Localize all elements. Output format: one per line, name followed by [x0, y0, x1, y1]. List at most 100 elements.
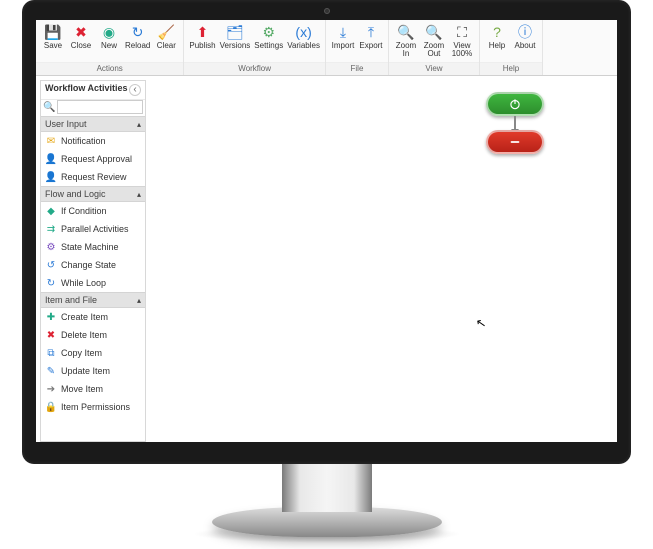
- versions-button[interactable]: 🗂Versions: [218, 22, 253, 62]
- caret-up-icon: ▴: [137, 120, 141, 129]
- zoom-out-button-label: Zoom Out: [424, 42, 444, 58]
- import-button[interactable]: ⤓Import: [329, 22, 357, 62]
- activity-label: Request Approval: [61, 154, 132, 164]
- about-button-label: About: [515, 42, 536, 50]
- monitor-frame: 💾Save✖Close◉New↻Reload🧹ClearActions⬆Publ…: [0, 0, 653, 549]
- activities-search-input[interactable]: [57, 100, 143, 114]
- publish-button[interactable]: ⬆Publish: [187, 22, 217, 62]
- zoom-out-icon: 🔍: [425, 23, 443, 41]
- export-button-label: Export: [359, 42, 382, 50]
- ribbon-group-title: Actions: [36, 62, 183, 75]
- activity-item[interactable]: ➔Move Item: [41, 380, 145, 398]
- monitor-bezel: 💾Save✖Close◉New↻Reload🧹ClearActions⬆Publ…: [22, 0, 631, 464]
- request-review-icon: 👤: [45, 171, 57, 183]
- activity-item[interactable]: ⇉ Parallel Activities: [41, 220, 145, 238]
- activity-item[interactable]: 👤 Request Approval: [41, 150, 145, 168]
- category-header[interactable]: Flow and Logic ▴: [41, 186, 145, 202]
- activity-label: State Machine: [61, 242, 119, 252]
- about-icon: ⓘ: [516, 23, 534, 41]
- category-header[interactable]: Item and File ▴: [41, 292, 145, 308]
- ribbon-group-title: Workflow: [184, 62, 325, 75]
- category-label: Item and File: [45, 295, 97, 305]
- activities-list[interactable]: User Input ▴ ✉ Notification 👤 Request Approva…: [41, 116, 145, 441]
- new-button-label: New: [101, 42, 117, 50]
- zoom-in-icon: 🔍: [397, 23, 415, 41]
- clear-icon: 🧹: [157, 23, 175, 41]
- create-item-icon: ✚: [45, 311, 57, 323]
- copy-item-icon: ⧉: [45, 347, 57, 359]
- close-button-label: Close: [71, 42, 91, 50]
- search-icon: 🔍: [43, 102, 55, 113]
- view-100-button-label: View 100%: [452, 42, 472, 58]
- app-window: 💾Save✖Close◉New↻Reload🧹ClearActions⬆Publ…: [36, 20, 617, 442]
- ribbon-group-actions: 💾Save✖Close◉New↻Reload🧹ClearActions: [36, 20, 184, 75]
- start-node[interactable]: [486, 92, 544, 116]
- while-loop-icon: ↻: [45, 277, 57, 289]
- parallel-activities-icon: ⇉: [45, 223, 57, 235]
- cursor-icon: ↖: [475, 315, 487, 331]
- activity-item[interactable]: ✉ Notification: [41, 132, 145, 150]
- activity-item[interactable]: ◆If Condition: [41, 202, 145, 220]
- activity-item[interactable]: ↺Change State: [41, 256, 145, 274]
- activity-label: Notification: [61, 136, 106, 146]
- reload-button[interactable]: ↻Reload: [123, 22, 152, 62]
- ribbon-group-title: File: [326, 62, 388, 75]
- collapse-panel-button[interactable]: ‹: [129, 84, 141, 96]
- category-label: User Input: [45, 119, 87, 129]
- activity-item[interactable]: ⚙State Machine: [41, 238, 145, 256]
- ribbon-group-workflow: ⬆Publish🗂Versions⚙Settings(x)VariablesWo…: [184, 20, 326, 75]
- save-icon: 💾: [44, 23, 62, 41]
- zoom-in-button[interactable]: 🔍Zoom In: [392, 22, 420, 62]
- import-button-label: Import: [332, 42, 355, 50]
- activity-item[interactable]: ✎ Update Item: [41, 362, 145, 380]
- activity-item[interactable]: 🔒Item Permissions: [41, 398, 145, 416]
- activity-item[interactable]: ↻While Loop: [41, 274, 145, 292]
- activity-item[interactable]: 👤 Request Review: [41, 168, 145, 186]
- activity-label: Update Item: [61, 366, 110, 376]
- export-button[interactable]: ⤒Export: [357, 22, 385, 62]
- close-icon: ✖: [72, 23, 90, 41]
- notification-icon: ✉: [45, 135, 57, 147]
- view-100-button[interactable]: ⛶View 100%: [448, 22, 476, 62]
- category-label: Flow and Logic: [45, 189, 106, 199]
- delete-item-icon: ✖: [45, 329, 57, 341]
- stand-neck: [282, 460, 372, 512]
- activity-label: Parallel Activities: [61, 224, 129, 234]
- settings-button[interactable]: ⚙Settings: [252, 22, 285, 62]
- end-node[interactable]: [486, 130, 544, 154]
- ribbon-group-help: ?HelpⓘAboutHelp: [480, 20, 543, 75]
- caret-up-icon: ▴: [137, 190, 141, 199]
- view-100-icon: ⛶: [453, 23, 471, 41]
- activity-label: Move Item: [61, 384, 103, 394]
- reload-icon: ↻: [129, 23, 147, 41]
- activities-panel-header: Workflow Activities ‹: [41, 81, 145, 100]
- ribbon-group-file: ⤓Import⤒ExportFile: [326, 20, 389, 75]
- category-header[interactable]: User Input ▴: [41, 116, 145, 132]
- activity-item[interactable]: ✖Delete Item: [41, 326, 145, 344]
- activity-label: Request Review: [61, 172, 127, 182]
- workflow-canvas[interactable]: ↖: [146, 76, 617, 442]
- zoom-out-button[interactable]: 🔍Zoom Out: [420, 22, 448, 62]
- versions-button-label: Versions: [220, 42, 251, 50]
- activity-label: Change State: [61, 260, 116, 270]
- zoom-in-button-label: Zoom In: [396, 42, 416, 58]
- activities-panel: Workflow Activities ‹ 🔍 User Input ▴ ✉ Noti…: [40, 80, 146, 442]
- activity-item[interactable]: ✚Create Item: [41, 308, 145, 326]
- close-button[interactable]: ✖Close: [67, 22, 95, 62]
- save-button[interactable]: 💾Save: [39, 22, 67, 62]
- clear-button-label: Clear: [157, 42, 176, 50]
- import-icon: ⤓: [334, 23, 352, 41]
- request-approval-icon: 👤: [45, 153, 57, 165]
- about-button[interactable]: ⓘAbout: [511, 22, 539, 62]
- ribbon-group-title: Help: [480, 62, 542, 75]
- caret-up-icon: ▴: [137, 296, 141, 305]
- update-item-icon: ✎: [45, 365, 57, 377]
- help-icon: ?: [488, 23, 506, 41]
- clear-button[interactable]: 🧹Clear: [152, 22, 180, 62]
- variables-button[interactable]: (x)Variables: [285, 22, 322, 62]
- new-button[interactable]: ◉New: [95, 22, 123, 62]
- help-button[interactable]: ?Help: [483, 22, 511, 62]
- activity-item[interactable]: ⧉Copy Item: [41, 344, 145, 362]
- activity-label: If Condition: [61, 206, 107, 216]
- settings-icon: ⚙: [260, 23, 278, 41]
